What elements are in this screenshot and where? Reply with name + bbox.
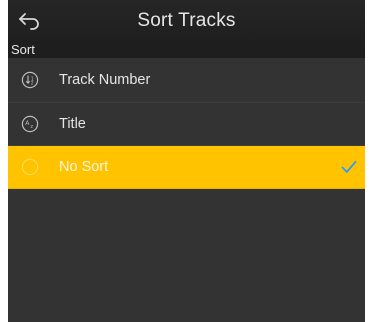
sort-option-label: No Sort: [59, 159, 109, 175]
sort-option-track-number[interactable]: 1 2 Track Number: [8, 58, 365, 103]
section-header-sort: Sort: [8, 41, 365, 58]
checkmark-icon: [341, 160, 357, 174]
empty-list-area: [8, 190, 365, 322]
sort-number-icon: 1 2: [21, 71, 39, 89]
sort-tracks-screen: Sort Tracks Sort 1 2 Track Number A z Ti…: [8, 0, 365, 322]
sort-option-no-sort[interactable]: No Sort: [8, 146, 365, 189]
sort-option-label: Title: [59, 116, 86, 132]
no-sort-icon: [21, 158, 39, 176]
sort-option-title[interactable]: A z Title: [8, 103, 365, 146]
sort-option-label: Track Number: [59, 72, 151, 88]
back-button[interactable]: [14, 7, 44, 35]
nav-bar: Sort Tracks: [8, 0, 365, 41]
svg-text:2: 2: [31, 81, 34, 87]
sort-options-list: 1 2 Track Number A z Title No Sort: [8, 58, 365, 189]
page-title: Sort Tracks: [137, 10, 236, 31]
back-arrow-icon: [19, 13, 39, 30]
sort-alpha-icon: A z: [21, 115, 39, 133]
svg-text:z: z: [30, 124, 33, 130]
